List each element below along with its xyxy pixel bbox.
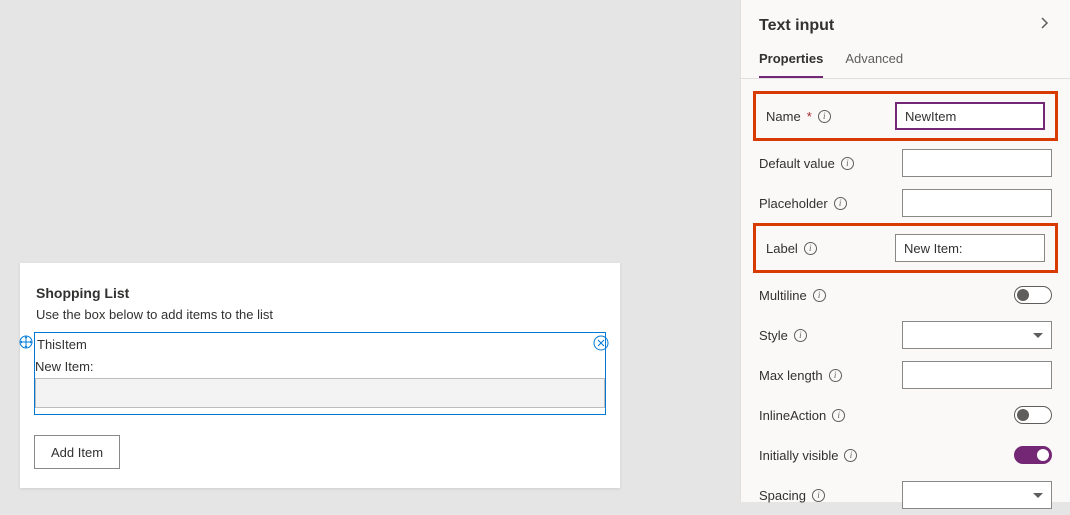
move-icon[interactable] xyxy=(19,335,33,349)
row-inline-action: InlineAction i xyxy=(753,395,1058,435)
panel-header: Text input xyxy=(741,0,1070,45)
selection-label: ThisItem xyxy=(37,337,87,352)
multiline-toggle[interactable] xyxy=(1014,286,1052,304)
spacing-dropdown[interactable] xyxy=(902,481,1052,509)
info-icon[interactable]: i xyxy=(818,110,831,123)
text-input-preview[interactable] xyxy=(35,378,605,408)
label-max-length: Max length i xyxy=(759,368,842,383)
row-label: Label i xyxy=(760,228,1051,268)
label-label: Label i xyxy=(766,241,817,256)
info-icon[interactable]: i xyxy=(813,289,826,302)
highlight-label-row: Label i xyxy=(753,223,1058,273)
panel-title: Text input xyxy=(759,17,834,35)
delete-icon[interactable] xyxy=(593,335,609,351)
row-name: Name* i xyxy=(760,96,1051,136)
field-label: New Item: xyxy=(35,355,605,378)
chevron-right-icon[interactable] xyxy=(1038,16,1052,35)
row-style: Style i xyxy=(753,315,1058,355)
properties-panel: Text input Properties Advanced Name* i D… xyxy=(740,0,1070,502)
info-icon[interactable]: i xyxy=(832,409,845,422)
label-default-value: Default value i xyxy=(759,156,854,171)
row-max-length: Max length i xyxy=(753,355,1058,395)
row-placeholder: Placeholder i xyxy=(753,183,1058,223)
selection-handle-bar[interactable]: ThisItem xyxy=(35,333,605,355)
label-style: Style i xyxy=(759,328,807,343)
add-item-button-label: Add Item xyxy=(51,445,103,460)
initially-visible-toggle[interactable] xyxy=(1014,446,1052,464)
name-input[interactable] xyxy=(895,102,1045,130)
row-spacing: Spacing i xyxy=(753,475,1058,515)
default-value-input[interactable] xyxy=(902,149,1052,177)
label-spacing: Spacing i xyxy=(759,488,825,503)
label-input[interactable] xyxy=(895,234,1045,262)
label-placeholder: Placeholder i xyxy=(759,196,847,211)
info-icon[interactable]: i xyxy=(812,489,825,502)
label-initially-visible: Initially visible i xyxy=(759,448,857,463)
info-icon[interactable]: i xyxy=(844,449,857,462)
placeholder-input[interactable] xyxy=(902,189,1052,217)
info-icon[interactable]: i xyxy=(804,242,817,255)
label-inline-action: InlineAction i xyxy=(759,408,845,423)
tab-advanced[interactable]: Advanced xyxy=(845,45,903,78)
required-asterisk: * xyxy=(807,109,812,124)
row-multiline: Multiline i xyxy=(753,275,1058,315)
max-length-input[interactable] xyxy=(902,361,1052,389)
canvas-area: Shopping List Use the box below to add i… xyxy=(0,0,720,502)
selection-outline[interactable]: ThisItem New Item: xyxy=(34,332,606,415)
info-icon[interactable]: i xyxy=(841,157,854,170)
row-initially-visible: Initially visible i xyxy=(753,435,1058,475)
info-icon[interactable]: i xyxy=(794,329,807,342)
card-shopping-list: Shopping List Use the box below to add i… xyxy=(20,263,620,488)
style-dropdown[interactable] xyxy=(902,321,1052,349)
add-item-button[interactable]: Add Item xyxy=(34,435,120,469)
label-multiline: Multiline i xyxy=(759,288,826,303)
tab-properties[interactable]: Properties xyxy=(759,45,823,78)
card-title: Shopping List xyxy=(20,263,620,307)
properties-body: Name* i Default value i Placeholder i xyxy=(741,79,1070,515)
info-icon[interactable]: i xyxy=(829,369,842,382)
row-default-value: Default value i xyxy=(753,143,1058,183)
tab-bar: Properties Advanced xyxy=(741,45,1070,79)
label-name: Name* i xyxy=(766,109,831,124)
highlight-name-row: Name* i xyxy=(753,91,1058,141)
card-subtitle: Use the box below to add items to the li… xyxy=(20,307,620,332)
inline-action-toggle[interactable] xyxy=(1014,406,1052,424)
info-icon[interactable]: i xyxy=(834,197,847,210)
